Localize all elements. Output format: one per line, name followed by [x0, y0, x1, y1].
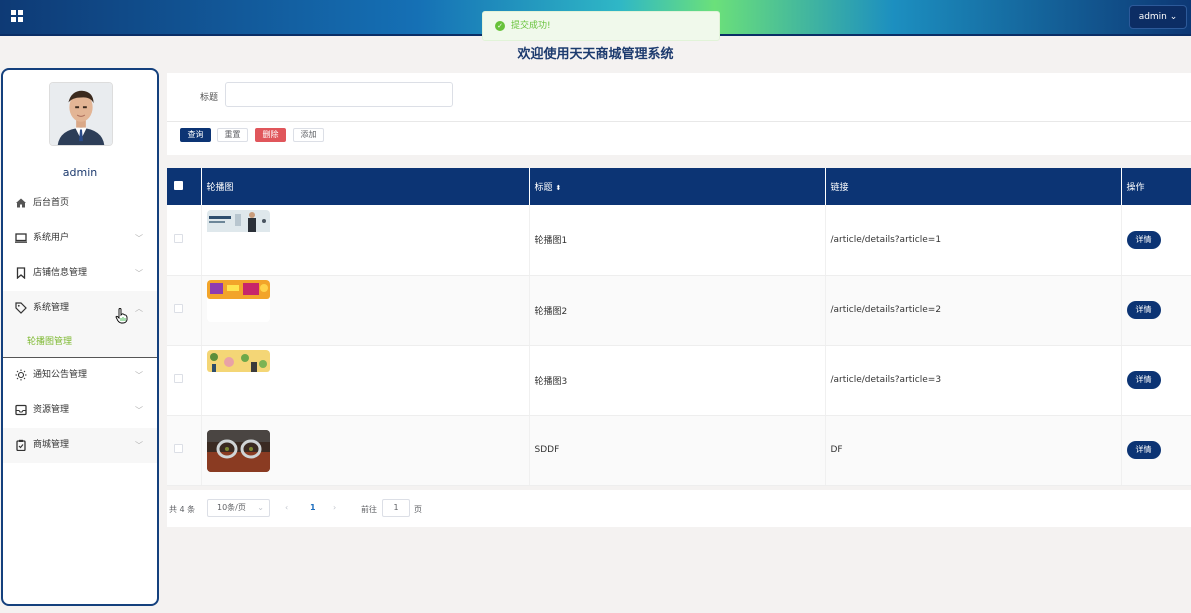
chevron-down-icon: ﹀	[135, 269, 143, 278]
add-button[interactable]: 添加	[293, 128, 324, 142]
prev-page-icon[interactable]: ‹	[285, 503, 288, 512]
title-filter-input[interactable]	[225, 82, 453, 107]
banner-thumbnail	[206, 430, 270, 472]
chevron-down-icon: ﹀	[135, 441, 143, 450]
sidebar-item-shop-info[interactable]: 店铺信息管理 ﹀	[3, 256, 157, 291]
next-page-icon[interactable]: ›	[333, 503, 336, 512]
sort-icon[interactable]: ⬍	[556, 184, 562, 192]
table-header-row: 轮播图 标题 ⬍ 链接 操作	[167, 168, 1191, 205]
chevron-down-icon: ﹀	[135, 406, 143, 415]
page-number-current[interactable]: 1	[310, 503, 316, 512]
reset-button[interactable]: 重置	[217, 128, 248, 142]
row-link: /article/details?article=2	[825, 275, 1122, 346]
sidebar-menu: 后台首页 系统用户 ﹀ 店铺信息管理 ﹀ 系统管理 ︿ 轮播图管理 通知公告管理…	[3, 186, 157, 463]
sidebar-item-label: 通知公告管理	[33, 370, 88, 380]
grid-menu-icon[interactable]	[11, 10, 24, 23]
monitor-icon	[15, 233, 27, 243]
avatar	[49, 82, 113, 146]
banner-thumbnail	[206, 350, 270, 392]
banner-table: 轮播图 标题 ⬍ 链接 操作 轮播图1 /article/details?art…	[167, 168, 1191, 486]
page-title: 欢迎使用天天商城管理系统	[517, 47, 674, 62]
title-filter-label: 标题	[200, 93, 219, 103]
sidebar-item-resource-management[interactable]: 资源管理 ﹀	[3, 393, 157, 428]
row-title: 轮播图2	[529, 275, 826, 346]
sidebar-item-label: 后台首页	[33, 198, 70, 208]
sidebar-username: admin	[62, 166, 98, 179]
chevron-up-icon: ︿	[135, 304, 143, 313]
row-checkbox[interactable]	[174, 374, 183, 383]
hand-cursor-icon	[115, 308, 128, 324]
tag-icon	[15, 302, 27, 314]
sidebar-item-label: 资源管理	[33, 405, 70, 415]
chevron-down-icon: ⌄	[257, 503, 264, 512]
sidebar-item-notice-management[interactable]: 通知公告管理 ﹀	[3, 358, 157, 393]
detail-button[interactable]: 详情	[1126, 441, 1161, 459]
page-size-select[interactable]: 10条/页 ⌄	[207, 499, 270, 517]
sidebar-item-label: 系统管理	[33, 303, 70, 313]
pagination: 共 4 条 10条/页 ⌄ ‹ 1 › 前往 1 页	[167, 490, 1191, 527]
query-button[interactable]: 查询	[180, 128, 211, 142]
toast-message: 提交成功!	[511, 21, 551, 31]
banner-thumbnail	[206, 280, 270, 322]
delete-button[interactable]: 删除	[255, 128, 286, 142]
row-title: 轮播图1	[529, 205, 826, 276]
pagination-total: 共 4 条	[169, 505, 196, 514]
sidebar-subitem-banner-management[interactable]: 轮播图管理	[3, 326, 157, 358]
table-row: SDDF DF 详情	[167, 415, 1191, 486]
chevron-down-icon: ﹀	[135, 371, 143, 380]
chevron-down-icon: ﹀	[135, 234, 143, 243]
row-checkbox[interactable]	[174, 233, 183, 243]
clipboard-icon	[16, 439, 26, 451]
row-link: /article/details?article=3	[825, 345, 1122, 416]
page-size-value: 10条/页	[217, 503, 246, 512]
row-link: /article/details?article=1	[825, 205, 1122, 276]
success-toast: ✓ 提交成功!	[482, 11, 720, 41]
goto-page-input[interactable]: 1	[382, 499, 410, 517]
row-title: 轮播图3	[529, 345, 826, 416]
detail-button[interactable]: 详情	[1126, 301, 1161, 319]
row-title: SDDF	[529, 415, 826, 486]
banner-thumbnail	[206, 209, 270, 252]
sidebar-item-system-users[interactable]: 系统用户 ﹀	[3, 221, 157, 256]
table-row: 轮播图3 /article/details?article=3 详情	[167, 345, 1191, 416]
search-panel: 标题 查询 重置 删除 添加	[167, 73, 1191, 155]
column-header-title[interactable]: 标题 ⬍	[529, 168, 826, 205]
divider	[167, 121, 1191, 122]
goto-label: 前往	[361, 505, 377, 514]
column-header-banner: 轮播图	[201, 168, 530, 205]
detail-button[interactable]: 详情	[1126, 230, 1161, 249]
home-icon	[16, 198, 26, 208]
row-checkbox[interactable]	[174, 304, 183, 313]
sidebar-item-label: 系统用户	[33, 233, 70, 243]
avatar-photo-icon	[50, 83, 112, 145]
inbox-icon	[15, 404, 27, 416]
select-all-checkbox[interactable]	[174, 180, 183, 190]
sidebar-item-home[interactable]: 后台首页	[3, 186, 157, 221]
sidebar-item-system-management[interactable]: 系统管理 ︿	[3, 291, 157, 326]
sidebar: admin 后台首页 系统用户 ﹀ 店铺信息管理 ﹀ 系统管理 ︿ 轮播图管理 …	[1, 68, 159, 606]
table-row: 轮播图1 /article/details?article=1 详情	[167, 205, 1191, 276]
sun-icon	[15, 369, 27, 381]
column-header-actions: 操作	[1126, 183, 1145, 193]
row-link: DF	[825, 415, 1122, 486]
table-row: 轮播图2 /article/details?article=2 详情	[167, 275, 1191, 346]
bookmark-icon	[16, 267, 26, 279]
detail-button[interactable]: 详情	[1126, 371, 1161, 389]
user-menu-button[interactable]: admin ⌄	[1129, 5, 1187, 29]
row-checkbox[interactable]	[174, 444, 183, 453]
check-circle-icon: ✓	[495, 21, 505, 31]
sidebar-item-mall-management[interactable]: 商城管理 ﹀	[3, 428, 157, 463]
page-unit-label: 页	[414, 505, 422, 514]
column-header-link: 链接	[825, 168, 1122, 205]
sidebar-item-label: 商城管理	[33, 440, 70, 450]
sidebar-item-label: 店铺信息管理	[33, 268, 88, 278]
